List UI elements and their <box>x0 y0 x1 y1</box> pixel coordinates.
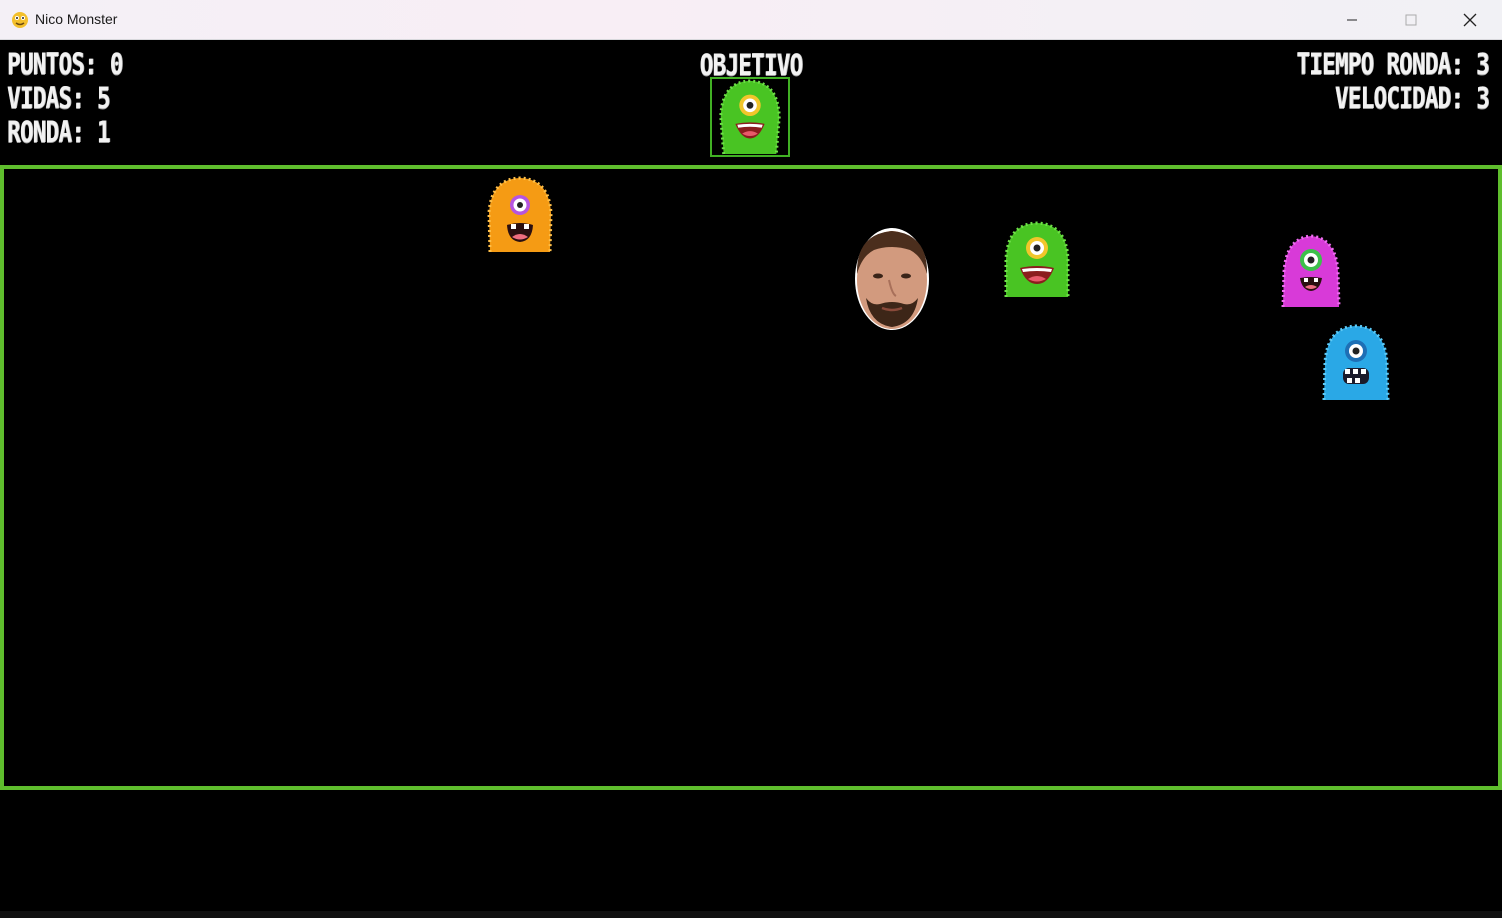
window-titlebar[interactable]: Nico Monster <box>0 0 1502 40</box>
minimize-icon <box>1347 19 1357 21</box>
pygame-snake-icon <box>12 12 28 28</box>
game-canvas[interactable]: PUNTOS: 0 VIDAS: 5 RONDA: 1 OBJETIVO TIE… <box>0 40 1502 918</box>
close-icon <box>1463 13 1477 27</box>
orange-monster-icon[interactable] <box>486 175 554 255</box>
green-monster-icon[interactable] <box>1002 220 1072 300</box>
maximize-button[interactable] <box>1382 0 1440 40</box>
player-face-icon[interactable] <box>852 226 932 332</box>
blue-monster-icon[interactable] <box>1321 323 1391 403</box>
close-button[interactable] <box>1441 0 1499 40</box>
score-label: PUNTOS: 0 <box>7 47 123 81</box>
speed-label: VELOCIDAD: 3 <box>1334 81 1490 115</box>
window-title: Nico Monster <box>35 11 118 27</box>
lives-label: VIDAS: 5 <box>7 81 110 115</box>
hud-stats-left: PUNTOS: 0 VIDAS: 5 RONDA: 1 <box>7 47 123 149</box>
maximize-icon <box>1405 14 1417 26</box>
pink-monster-icon[interactable] <box>1280 232 1342 310</box>
play-field <box>0 165 1502 790</box>
minimize-button[interactable] <box>1323 0 1381 40</box>
round-label: RONDA: 1 <box>7 115 110 149</box>
taskbar-strip <box>0 911 1502 918</box>
hud-stats-right: TIEMPO RONDA: 3 VELOCIDAD: 3 <box>1296 47 1489 115</box>
round-timer-label: TIEMPO RONDA: 3 <box>1296 47 1489 81</box>
target-monster-icon <box>719 79 781 155</box>
